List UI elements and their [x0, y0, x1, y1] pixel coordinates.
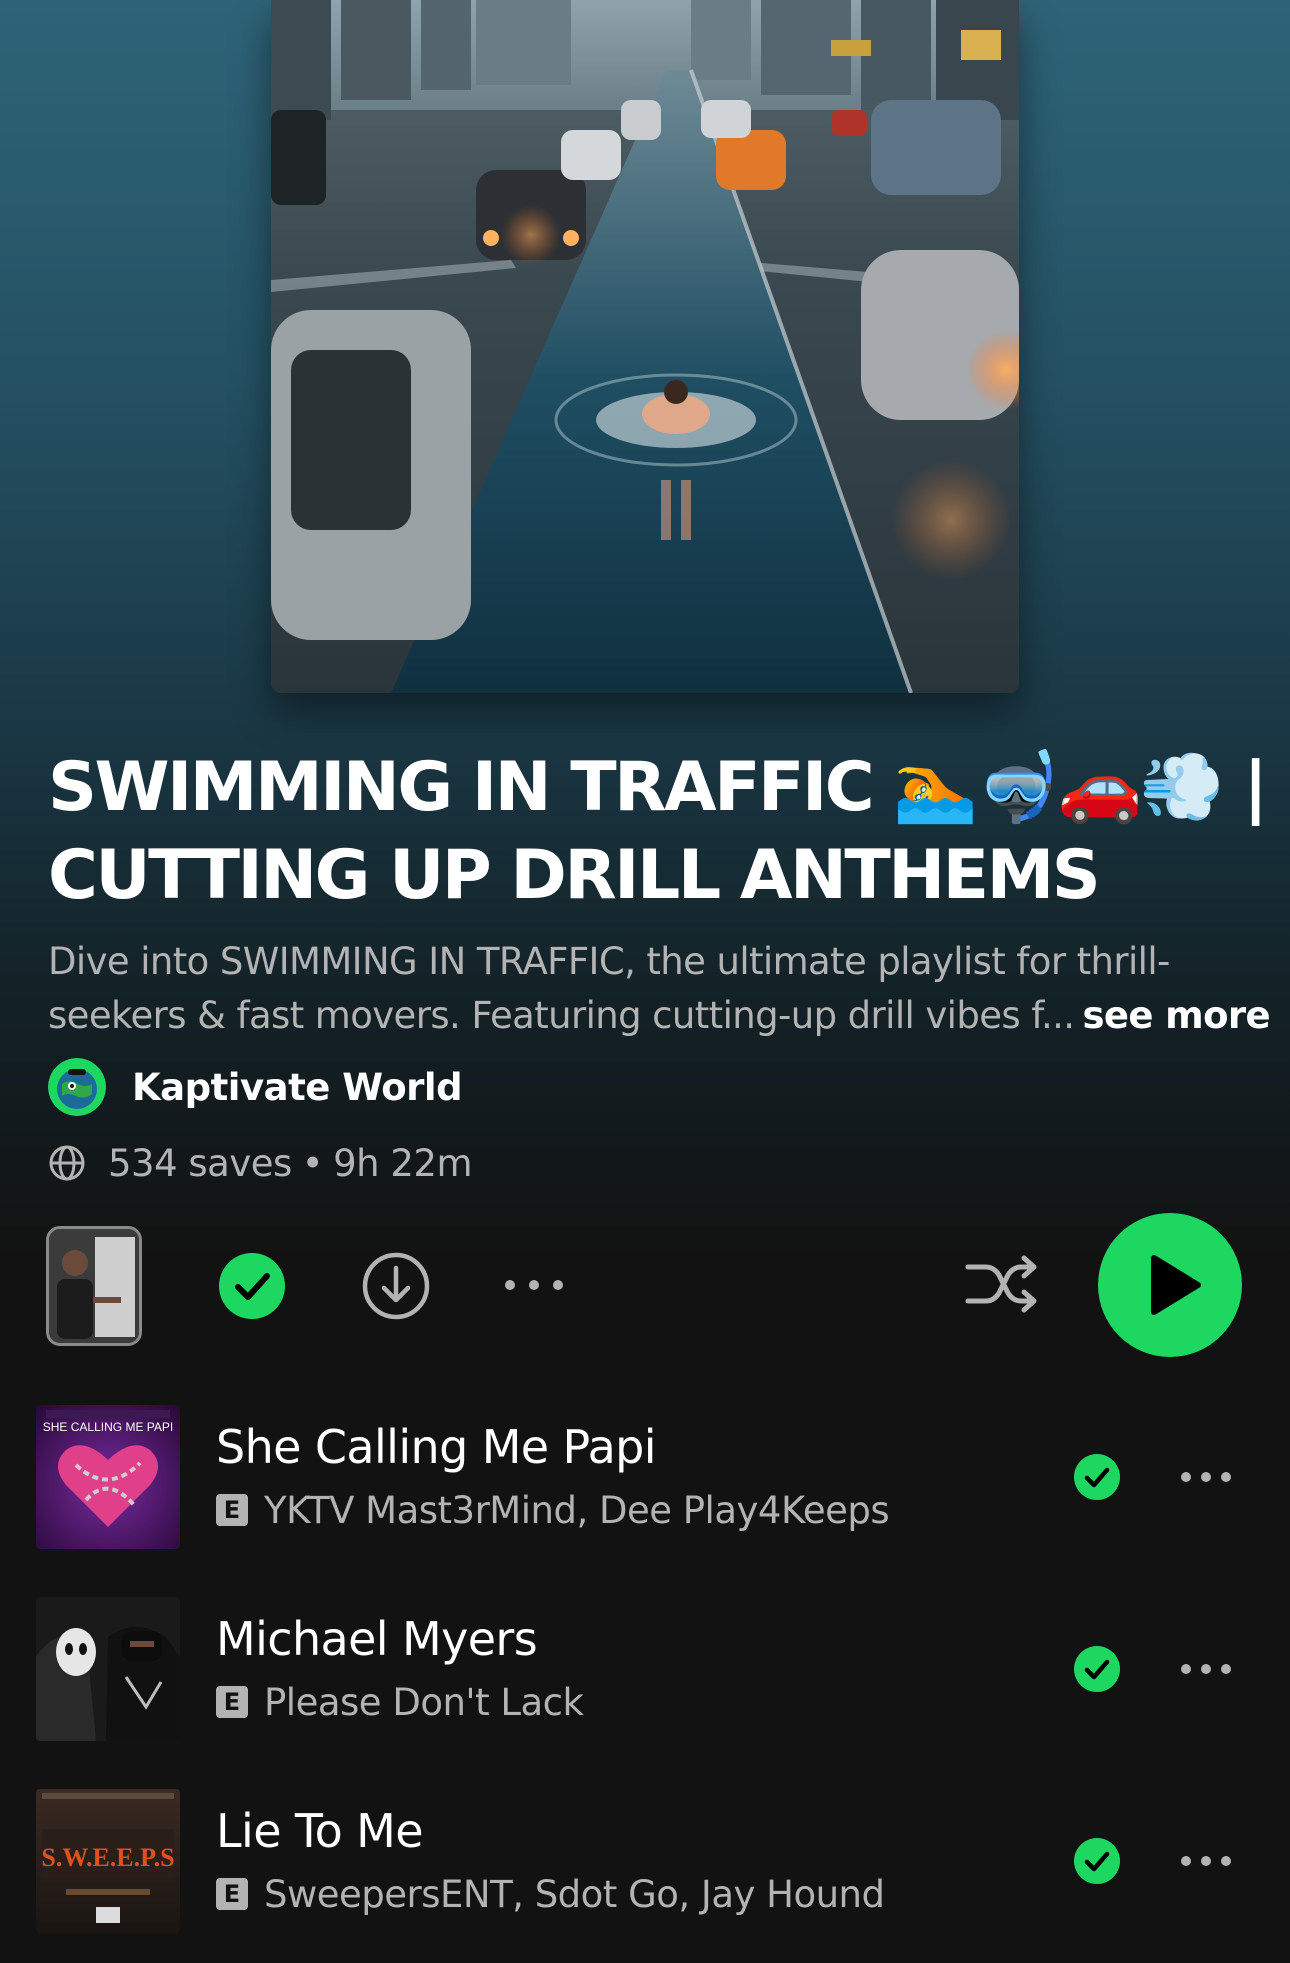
track-artists: SweepersENT, Sdot Go, Jay Hound [264, 1872, 885, 1916]
meta-separator: • [301, 1141, 324, 1185]
track-art-text: SHE CALLING ME PAPI [43, 1420, 173, 1434]
track-more-icon[interactable] [1178, 1649, 1234, 1689]
saved-check-icon[interactable] [1073, 1453, 1121, 1501]
track-more-icon[interactable] [1178, 1841, 1234, 1881]
owner-avatar [48, 1058, 106, 1116]
track-subtitle: E YKTV Mast3rMind, Dee Play4Keeps [216, 1487, 890, 1533]
track-title: Lie To Me [216, 1804, 424, 1858]
explicit-badge: E [216, 1878, 248, 1910]
playlist-meta: 534 saves • 9h 22m [48, 1140, 472, 1186]
play-icon [1151, 1255, 1201, 1315]
track-subtitle: E Please Don't Lack [216, 1679, 584, 1725]
track-title: Michael Myers [216, 1612, 538, 1666]
playlist-title-line-2: CUTTING UP DRILL ANTHEMS [48, 836, 1101, 915]
description-line-2: seekers & fast movers. Featuring cutting… [48, 989, 1271, 1043]
playlist-title: SWIMMING IN TRAFFIC 🏊🤿🚗💨 | CUTTING UP DR… [48, 744, 1268, 920]
saves-count: 534 saves [108, 1141, 292, 1185]
globe-icon [49, 1145, 85, 1181]
track-artwork [36, 1597, 180, 1741]
track-artists: YKTV Mast3rMind, Dee Play4Keeps [264, 1488, 890, 1532]
check-circle-icon[interactable] [218, 1252, 286, 1320]
playlist-owner[interactable]: Kaptivate World [48, 1058, 463, 1116]
track-row[interactable]: Michael Myers E Please Don't Lack [0, 1597, 1290, 1743]
preview-thumbnail-button[interactable] [46, 1226, 142, 1346]
playlist-description: Dive into SWIMMING IN TRAFFIC, the ultim… [48, 935, 1271, 1043]
more-icon[interactable] [502, 1268, 566, 1302]
see-more-link[interactable]: see more [1082, 994, 1270, 1037]
track-artists: Please Don't Lack [264, 1680, 584, 1724]
track-artwork: S.W.E.E.P.S [36, 1789, 180, 1933]
description-line-2-text: seekers & fast movers. Featuring cutting… [48, 994, 1075, 1037]
playlist-duration: 9h 22m [333, 1141, 472, 1185]
track-art-text: S.W.E.E.P.S [41, 1843, 174, 1872]
saved-check-icon[interactable] [1073, 1837, 1121, 1885]
owner-name: Kaptivate World [132, 1065, 463, 1109]
track-subtitle: E SweepersENT, Sdot Go, Jay Hound [216, 1871, 885, 1917]
playlist-cover-image [271, 0, 1019, 693]
track-title: She Calling Me Papi [216, 1420, 657, 1474]
saved-check-icon[interactable] [1073, 1645, 1121, 1693]
track-row[interactable]: SHE CALLING ME PAPI She Calling Me Papi … [0, 1405, 1290, 1551]
track-artwork: SHE CALLING ME PAPI [36, 1405, 180, 1549]
track-more-icon[interactable] [1178, 1457, 1234, 1497]
playlist-title-line-1: SWIMMING IN TRAFFIC 🏊🤿🚗💨 | [48, 748, 1268, 827]
explicit-badge: E [216, 1494, 248, 1526]
shuffle-icon[interactable] [964, 1251, 1040, 1319]
download-icon[interactable] [361, 1251, 431, 1321]
track-row[interactable]: S.W.E.E.P.S Lie To Me E SweepersENT, Sdo… [0, 1789, 1290, 1935]
explicit-badge: E [216, 1686, 248, 1718]
description-line-1: Dive into SWIMMING IN TRAFFIC, the ultim… [48, 940, 1170, 983]
play-button[interactable] [1098, 1213, 1242, 1357]
